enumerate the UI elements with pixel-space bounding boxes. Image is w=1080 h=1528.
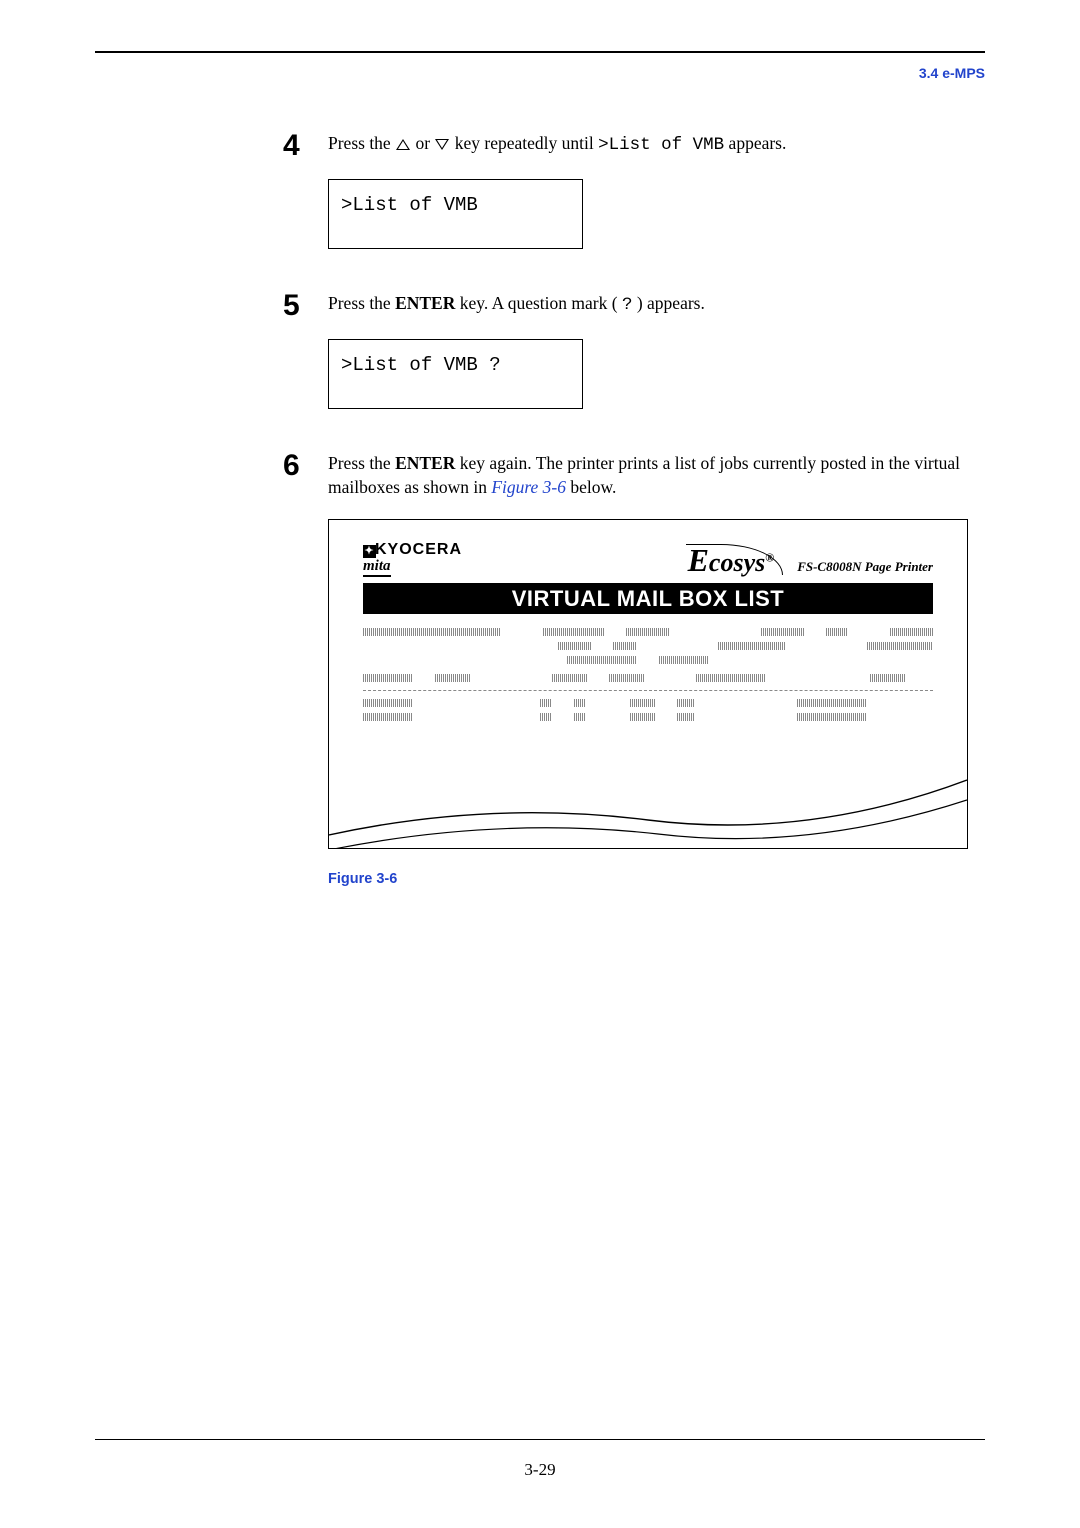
step-6: 6 Press the ENTER key again. The printer… [95, 449, 985, 499]
lcd-display-box: >List of VMB ? [328, 339, 583, 409]
text-fragment: Press the [328, 133, 395, 153]
triangle-down-icon [435, 139, 449, 150]
text-fragment: Press the [328, 293, 395, 313]
key-name: ENTER [395, 453, 455, 473]
printout-body [363, 614, 933, 721]
step-number: 6 [283, 449, 328, 481]
kyocera-logo: ✦KYOCERA [363, 542, 462, 558]
ecosys-block: Ecosys® FS-C8008N Page Printer [686, 544, 933, 578]
printout-header: ✦KYOCERA mita Ecosys® FS-C8008N Page Pri… [363, 542, 933, 581]
page-footer: 3-29 [95, 1439, 985, 1480]
document-page: 3.4 e-MPS 4 Press the or key repeatedly … [0, 0, 1080, 887]
step-text: Press the ENTER key. A question mark ( ?… [328, 289, 985, 318]
step-number: 4 [283, 129, 328, 161]
step-text: Press the or key repeatedly until >List … [328, 129, 985, 158]
brand-block: ✦KYOCERA mita [363, 542, 462, 577]
text-fragment: key. A question mark ( [460, 293, 618, 313]
printout-figure: ✦KYOCERA mita Ecosys® FS-C8008N Page Pri… [328, 519, 968, 887]
text-fragment: key repeatedly until [455, 133, 598, 153]
lcd-text: >List of VMB [341, 194, 478, 216]
page-number: 3-29 [95, 1460, 985, 1480]
lcd-display-box: >List of VMB [328, 179, 583, 249]
ecosys-logo: Ecosys® [686, 544, 784, 576]
step-text: Press the ENTER key again. The printer p… [328, 449, 985, 499]
figure-cross-reference[interactable]: Figure 3-6 [491, 477, 566, 497]
mono-text: ? [622, 295, 633, 315]
text-fragment: below. [570, 477, 616, 497]
text-fragment: or [415, 133, 434, 153]
page-curl-icon [329, 770, 967, 849]
ecosys-rest: cosys [709, 548, 765, 577]
brand-text: KYOCERA [375, 541, 462, 558]
text-fragment: Press the [328, 453, 395, 473]
top-horizontal-rule [95, 51, 985, 53]
step-number: 5 [283, 289, 328, 321]
printout-title-bar: VIRTUAL MAIL BOX LIST [363, 583, 933, 614]
step-4: 4 Press the or key repeatedly until >Lis… [95, 129, 985, 161]
mono-text: >List of VMB [598, 135, 724, 155]
text-fragment: appears. [729, 133, 787, 153]
printout-page: ✦KYOCERA mita Ecosys® FS-C8008N Page Pri… [328, 519, 968, 849]
step-5: 5 Press the ENTER key. A question mark (… [95, 289, 985, 321]
printer-model-text: FS-C8008N Page Printer [797, 559, 933, 575]
lcd-text: >List of VMB ? [341, 354, 501, 376]
registered-icon: ® [765, 550, 774, 564]
section-reference-link[interactable]: 3.4 e-MPS [95, 65, 985, 81]
text-fragment: ) appears. [637, 293, 705, 313]
triangle-up-icon [396, 139, 410, 150]
bottom-horizontal-rule [95, 1439, 985, 1440]
brand-subtext: mita [363, 559, 391, 577]
key-name: ENTER [395, 293, 455, 313]
figure-caption: Figure 3-6 [328, 871, 968, 887]
